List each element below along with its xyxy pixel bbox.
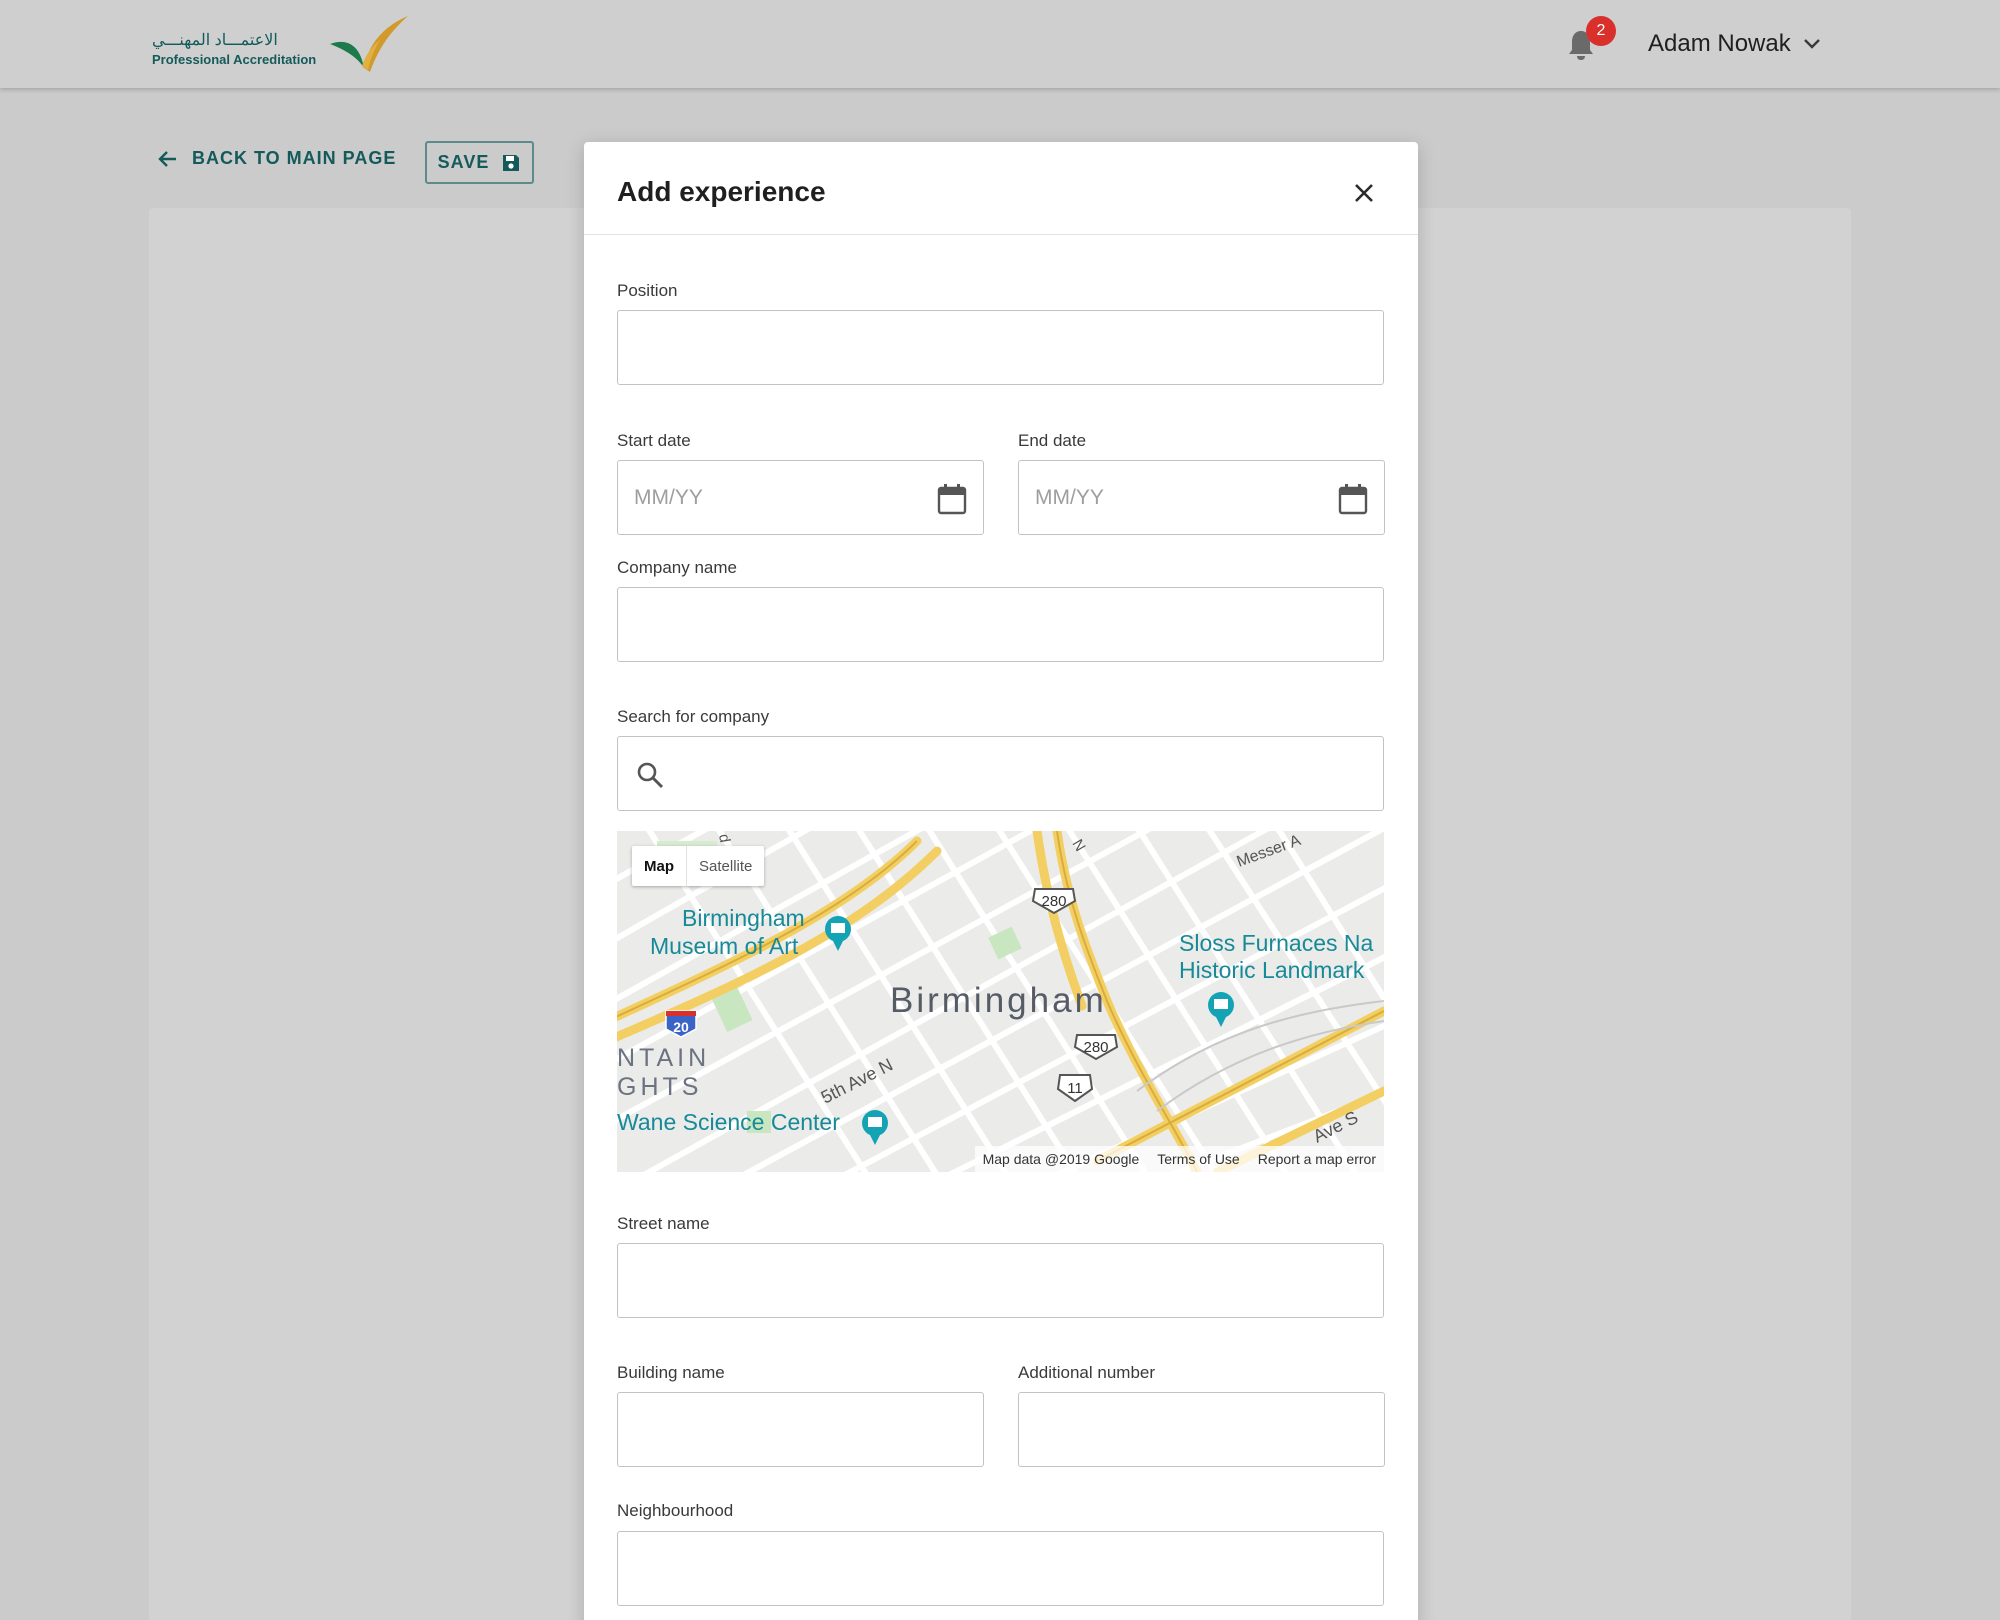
calendar-icon[interactable] (1338, 483, 1368, 515)
map-toggle-button[interactable]: Map (632, 846, 687, 886)
logo[interactable]: الاعتمـــاد المهنـــي Professional Accre… (150, 14, 410, 76)
building-name-field[interactable] (617, 1392, 984, 1467)
end-date-field[interactable] (1018, 460, 1385, 535)
dialog-header: Add experience (584, 142, 1418, 235)
close-button[interactable] (1347, 176, 1381, 210)
map-shield-label: 280 (1083, 1039, 1108, 1056)
position-input[interactable] (618, 311, 1383, 384)
search-company-input[interactable] (618, 737, 1383, 810)
additional-number-field[interactable] (1018, 1392, 1385, 1467)
company-name-input[interactable] (618, 588, 1383, 661)
map-view[interactable]: 280 280 11 20 Birmingham Museum of Art S… (617, 831, 1384, 1172)
top-bar: الاعتمـــاد المهنـــي Professional Accre… (0, 0, 2000, 88)
chevron-down-icon (1803, 39, 1820, 49)
building-name-input[interactable] (618, 1393, 983, 1466)
map-footer: Map data @2019 Google Terms of Use Repor… (974, 1146, 1384, 1172)
map-shield-label: 11 (1067, 1080, 1083, 1097)
report-map-error-link[interactable]: Report a map error (1258, 1151, 1376, 1167)
add-experience-dialog: Add experience Position Start date End d… (584, 142, 1418, 1620)
map-poi-label: Sloss Furnaces Na (1179, 930, 1374, 956)
map-district-label: NTAIN (617, 1044, 710, 1072)
neighbourhood-label: Neighbourhood (617, 1501, 734, 1520)
start-date-label: Start date (617, 431, 691, 450)
map-shield-label: 280 (1041, 893, 1066, 910)
logo-arabic-text: الاعتمـــاد المهنـــي (152, 32, 278, 49)
floppy-disk-icon (503, 154, 520, 171)
close-icon (1355, 184, 1373, 202)
back-to-main-page-link[interactable]: BACK TO MAIN PAGE (158, 148, 396, 169)
user-name: Adam Nowak (1648, 30, 1791, 57)
search-icon (637, 762, 664, 789)
map-type-toggle: Map Satellite (632, 846, 765, 886)
logo-english-text: Professional Accreditation (152, 52, 317, 67)
end-date-input[interactable] (1019, 461, 1384, 534)
back-label: BACK TO MAIN PAGE (192, 148, 397, 168)
user-menu[interactable]: Adam Nowak (1648, 30, 1821, 58)
search-company-field[interactable] (617, 736, 1384, 811)
save-button[interactable]: SAVE (425, 141, 534, 184)
map-poi-label: Historic Landmark (1179, 957, 1365, 983)
notification-badge: 2 (1586, 16, 1616, 46)
end-date-label: End date (1018, 431, 1087, 450)
additional-number-label: Additional number (1018, 1363, 1156, 1382)
start-date-field[interactable] (617, 460, 984, 535)
search-company-label: Search for company (617, 707, 770, 726)
map-poi-label: Birmingham (682, 905, 805, 931)
company-name-label: Company name (617, 558, 738, 577)
logo-bird-icon (330, 16, 408, 72)
map-district-label: GHTS (617, 1073, 702, 1101)
company-name-field[interactable] (617, 587, 1384, 662)
save-label: SAVE (437, 152, 490, 172)
satellite-toggle-button[interactable]: Satellite (687, 846, 764, 886)
start-date-input[interactable] (618, 461, 983, 534)
neighbourhood-input[interactable] (618, 1532, 1383, 1605)
map-city-label: Birmingham (890, 981, 1107, 1020)
dialog-title: Add experience (617, 176, 826, 207)
neighbourhood-field[interactable] (617, 1531, 1384, 1606)
terms-of-use-link[interactable]: Terms of Use (1157, 1151, 1239, 1167)
map-shield-label: 20 (673, 1019, 689, 1035)
street-name-label: Street name (617, 1214, 710, 1233)
map-poi-label: Wane Science Center (617, 1109, 840, 1135)
building-name-label: Building name (617, 1363, 725, 1382)
position-field[interactable] (617, 310, 1384, 385)
position-label: Position (617, 281, 678, 300)
street-name-field[interactable] (617, 1243, 1384, 1318)
map-poi-label: Museum of Art (650, 933, 799, 959)
street-name-input[interactable] (618, 1244, 1383, 1317)
map-data-attribution: Map data @2019 Google (982, 1151, 1140, 1167)
additional-number-input[interactable] (1019, 1393, 1384, 1466)
arrow-left-icon (158, 150, 176, 167)
calendar-icon[interactable] (937, 483, 967, 515)
